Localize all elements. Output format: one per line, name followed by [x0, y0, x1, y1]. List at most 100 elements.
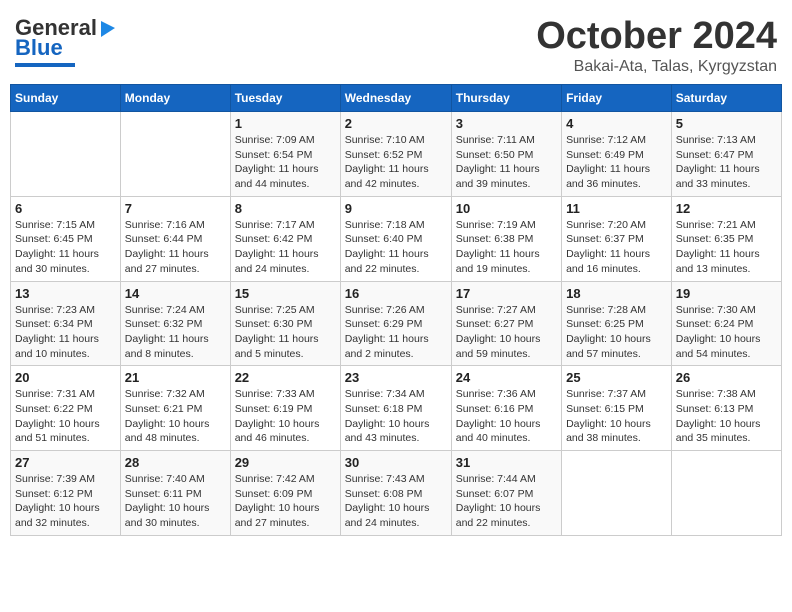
logo-blue: Blue [15, 35, 63, 61]
location: Bakai-Ata, Talas, Kyrgyzstan [536, 58, 777, 76]
calendar-cell: 10 Sunrise: 7:19 AMSunset: 6:38 PMDaylig… [451, 196, 561, 281]
calendar-cell: 28 Sunrise: 7:40 AMSunset: 6:11 PMDaylig… [120, 451, 230, 536]
day-info: Sunrise: 7:09 AMSunset: 6:54 PMDaylight:… [235, 133, 336, 192]
day-info: Sunrise: 7:31 AMSunset: 6:22 PMDaylight:… [15, 387, 116, 446]
day-number: 4 [566, 116, 667, 131]
day-number: 9 [345, 201, 447, 216]
day-info: Sunrise: 7:12 AMSunset: 6:49 PMDaylight:… [566, 133, 667, 192]
day-info: Sunrise: 7:21 AMSunset: 6:35 PMDaylight:… [676, 218, 777, 277]
calendar-cell: 11 Sunrise: 7:20 AMSunset: 6:37 PMDaylig… [562, 196, 672, 281]
day-number: 23 [345, 370, 447, 385]
day-info: Sunrise: 7:16 AMSunset: 6:44 PMDaylight:… [125, 218, 226, 277]
day-info: Sunrise: 7:27 AMSunset: 6:27 PMDaylight:… [456, 303, 557, 362]
week-row-2: 6 Sunrise: 7:15 AMSunset: 6:45 PMDayligh… [11, 196, 782, 281]
calendar-cell: 27 Sunrise: 7:39 AMSunset: 6:12 PMDaylig… [11, 451, 121, 536]
calendar-cell [11, 112, 121, 197]
calendar-cell: 19 Sunrise: 7:30 AMSunset: 6:24 PMDaylig… [671, 281, 781, 366]
day-info: Sunrise: 7:30 AMSunset: 6:24 PMDaylight:… [676, 303, 777, 362]
day-info: Sunrise: 7:25 AMSunset: 6:30 PMDaylight:… [235, 303, 336, 362]
day-info: Sunrise: 7:19 AMSunset: 6:38 PMDaylight:… [456, 218, 557, 277]
calendar-cell: 4 Sunrise: 7:12 AMSunset: 6:49 PMDayligh… [562, 112, 672, 197]
day-number: 24 [456, 370, 557, 385]
day-number: 3 [456, 116, 557, 131]
calendar-cell: 23 Sunrise: 7:34 AMSunset: 6:18 PMDaylig… [340, 366, 451, 451]
calendar-cell [671, 451, 781, 536]
day-number: 30 [345, 455, 447, 470]
calendar-cell: 20 Sunrise: 7:31 AMSunset: 6:22 PMDaylig… [11, 366, 121, 451]
logo-arrow-icon [97, 17, 119, 39]
day-info: Sunrise: 7:28 AMSunset: 6:25 PMDaylight:… [566, 303, 667, 362]
day-number: 2 [345, 116, 447, 131]
day-number: 31 [456, 455, 557, 470]
day-info: Sunrise: 7:33 AMSunset: 6:19 PMDaylight:… [235, 387, 336, 446]
day-info: Sunrise: 7:44 AMSunset: 6:07 PMDaylight:… [456, 472, 557, 531]
week-row-3: 13 Sunrise: 7:23 AMSunset: 6:34 PMDaylig… [11, 281, 782, 366]
day-info: Sunrise: 7:36 AMSunset: 6:16 PMDaylight:… [456, 387, 557, 446]
day-info: Sunrise: 7:20 AMSunset: 6:37 PMDaylight:… [566, 218, 667, 277]
calendar-cell: 9 Sunrise: 7:18 AMSunset: 6:40 PMDayligh… [340, 196, 451, 281]
logo-underline [15, 63, 75, 67]
day-info: Sunrise: 7:39 AMSunset: 6:12 PMDaylight:… [15, 472, 116, 531]
day-header-sunday: Sunday [11, 85, 121, 112]
day-number: 14 [125, 286, 226, 301]
day-number: 18 [566, 286, 667, 301]
calendar-cell: 8 Sunrise: 7:17 AMSunset: 6:42 PMDayligh… [230, 196, 340, 281]
day-info: Sunrise: 7:34 AMSunset: 6:18 PMDaylight:… [345, 387, 447, 446]
day-number: 8 [235, 201, 336, 216]
day-info: Sunrise: 7:32 AMSunset: 6:21 PMDaylight:… [125, 387, 226, 446]
calendar-cell: 21 Sunrise: 7:32 AMSunset: 6:21 PMDaylig… [120, 366, 230, 451]
calendar-table: SundayMondayTuesdayWednesdayThursdayFrid… [10, 84, 782, 536]
calendar-cell: 16 Sunrise: 7:26 AMSunset: 6:29 PMDaylig… [340, 281, 451, 366]
day-number: 27 [15, 455, 116, 470]
day-number: 16 [345, 286, 447, 301]
calendar-cell: 2 Sunrise: 7:10 AMSunset: 6:52 PMDayligh… [340, 112, 451, 197]
day-number: 20 [15, 370, 116, 385]
calendar-cell [562, 451, 672, 536]
day-info: Sunrise: 7:17 AMSunset: 6:42 PMDaylight:… [235, 218, 336, 277]
day-header-thursday: Thursday [451, 85, 561, 112]
day-info: Sunrise: 7:13 AMSunset: 6:47 PMDaylight:… [676, 133, 777, 192]
day-number: 22 [235, 370, 336, 385]
day-number: 11 [566, 201, 667, 216]
day-number: 6 [15, 201, 116, 216]
calendar-cell: 22 Sunrise: 7:33 AMSunset: 6:19 PMDaylig… [230, 366, 340, 451]
day-number: 15 [235, 286, 336, 301]
calendar-cell: 17 Sunrise: 7:27 AMSunset: 6:27 PMDaylig… [451, 281, 561, 366]
day-info: Sunrise: 7:38 AMSunset: 6:13 PMDaylight:… [676, 387, 777, 446]
calendar-cell: 12 Sunrise: 7:21 AMSunset: 6:35 PMDaylig… [671, 196, 781, 281]
day-header-tuesday: Tuesday [230, 85, 340, 112]
page-header: General Blue October 2024 Bakai-Ata, Tal… [10, 10, 782, 76]
day-number: 25 [566, 370, 667, 385]
day-header-friday: Friday [562, 85, 672, 112]
day-info: Sunrise: 7:11 AMSunset: 6:50 PMDaylight:… [456, 133, 557, 192]
calendar-cell: 31 Sunrise: 7:44 AMSunset: 6:07 PMDaylig… [451, 451, 561, 536]
calendar-cell: 13 Sunrise: 7:23 AMSunset: 6:34 PMDaylig… [11, 281, 121, 366]
calendar-cell: 15 Sunrise: 7:25 AMSunset: 6:30 PMDaylig… [230, 281, 340, 366]
day-header-monday: Monday [120, 85, 230, 112]
calendar-header-row: SundayMondayTuesdayWednesdayThursdayFrid… [11, 85, 782, 112]
calendar-cell: 18 Sunrise: 7:28 AMSunset: 6:25 PMDaylig… [562, 281, 672, 366]
calendar-cell: 26 Sunrise: 7:38 AMSunset: 6:13 PMDaylig… [671, 366, 781, 451]
day-info: Sunrise: 7:26 AMSunset: 6:29 PMDaylight:… [345, 303, 447, 362]
day-number: 7 [125, 201, 226, 216]
day-info: Sunrise: 7:40 AMSunset: 6:11 PMDaylight:… [125, 472, 226, 531]
calendar-cell: 14 Sunrise: 7:24 AMSunset: 6:32 PMDaylig… [120, 281, 230, 366]
week-row-1: 1 Sunrise: 7:09 AMSunset: 6:54 PMDayligh… [11, 112, 782, 197]
calendar-cell: 5 Sunrise: 7:13 AMSunset: 6:47 PMDayligh… [671, 112, 781, 197]
day-number: 28 [125, 455, 226, 470]
day-number: 12 [676, 201, 777, 216]
month-title: October 2024 [536, 15, 777, 58]
calendar-cell: 3 Sunrise: 7:11 AMSunset: 6:50 PMDayligh… [451, 112, 561, 197]
day-header-wednesday: Wednesday [340, 85, 451, 112]
day-number: 29 [235, 455, 336, 470]
day-number: 10 [456, 201, 557, 216]
day-number: 19 [676, 286, 777, 301]
calendar-cell: 24 Sunrise: 7:36 AMSunset: 6:16 PMDaylig… [451, 366, 561, 451]
day-number: 1 [235, 116, 336, 131]
title-section: October 2024 Bakai-Ata, Talas, Kyrgyzsta… [536, 15, 777, 76]
calendar-cell [120, 112, 230, 197]
day-number: 13 [15, 286, 116, 301]
day-header-saturday: Saturday [671, 85, 781, 112]
logo: General Blue [15, 15, 119, 67]
day-info: Sunrise: 7:23 AMSunset: 6:34 PMDaylight:… [15, 303, 116, 362]
